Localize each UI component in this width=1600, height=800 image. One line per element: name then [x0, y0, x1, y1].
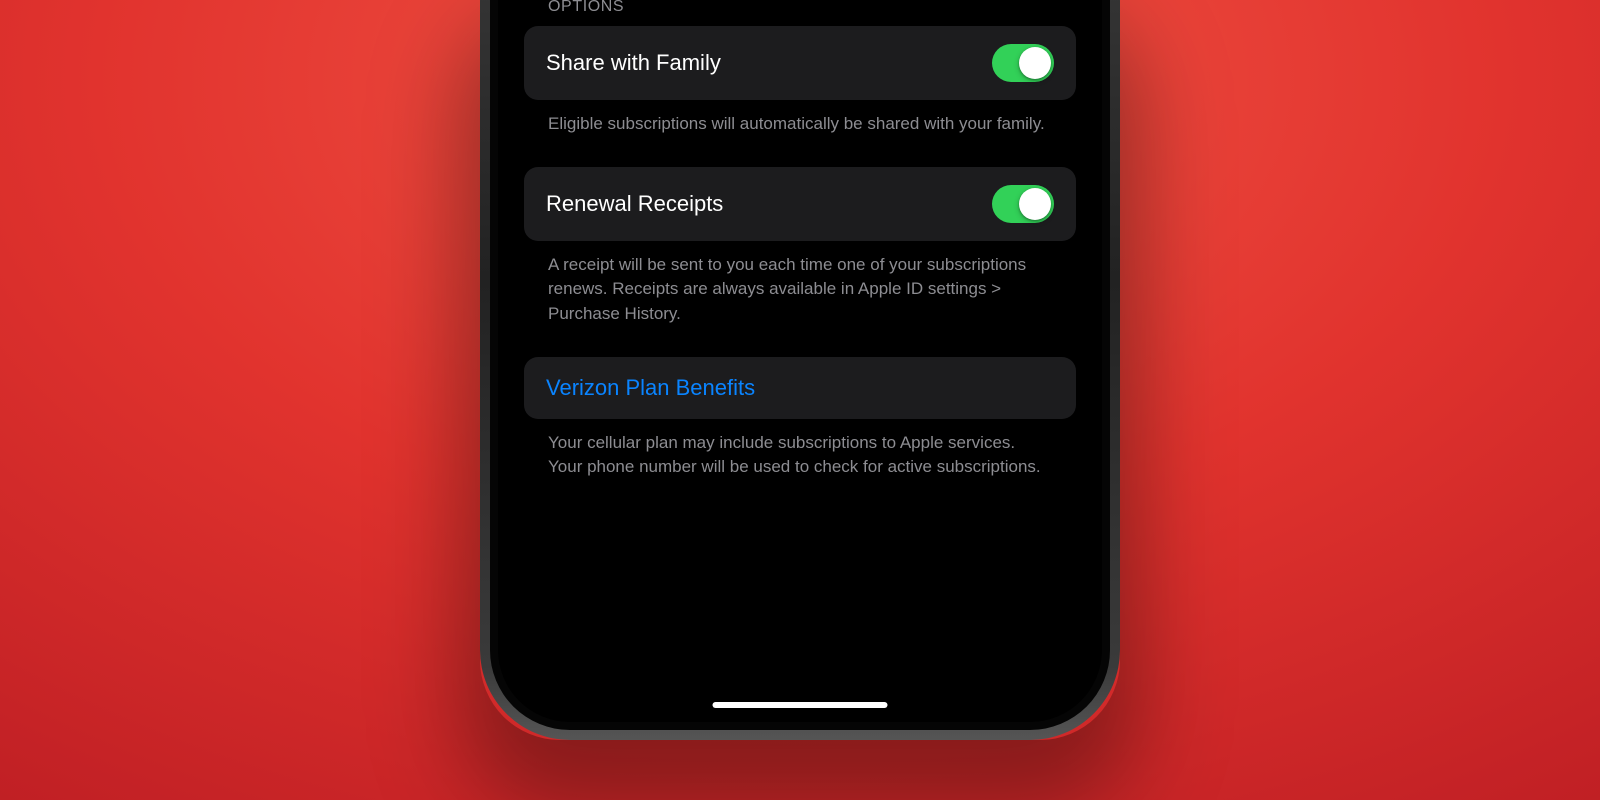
options-section-header: OPTIONS — [548, 0, 1052, 16]
renewal-receipts-label: Renewal Receipts — [546, 191, 723, 217]
carrier-plan-benefits-link: Verizon Plan Benefits — [546, 375, 755, 401]
share-with-family-footer: Eligible subscriptions will automaticall… — [548, 112, 1052, 137]
toggle-knob — [1019, 47, 1051, 79]
renewal-receipts-footer: A receipt will be sent to you each time … — [548, 253, 1052, 327]
carrier-plan-benefits-row[interactable]: Verizon Plan Benefits — [524, 357, 1076, 419]
toggle-knob — [1019, 188, 1051, 220]
share-with-family-toggle[interactable] — [992, 44, 1054, 82]
home-indicator[interactable] — [713, 702, 888, 708]
side-button-glint — [490, 688, 491, 698]
carrier-plan-benefits-footer: Your cellular plan may include subscript… — [548, 431, 1052, 480]
iphone-device-frame: OPTIONS Share with Family Eligible subsc… — [480, 0, 1120, 740]
settings-subscriptions-screen: OPTIONS Share with Family Eligible subsc… — [498, 0, 1102, 722]
iphone-inner-bezel: OPTIONS Share with Family Eligible subsc… — [490, 0, 1110, 730]
renewal-receipts-row: Renewal Receipts — [524, 167, 1076, 241]
renewal-receipts-toggle[interactable] — [992, 185, 1054, 223]
share-with-family-row: Share with Family — [524, 26, 1076, 100]
iphone-screen: OPTIONS Share with Family Eligible subsc… — [498, 0, 1102, 722]
share-with-family-label: Share with Family — [546, 50, 721, 76]
